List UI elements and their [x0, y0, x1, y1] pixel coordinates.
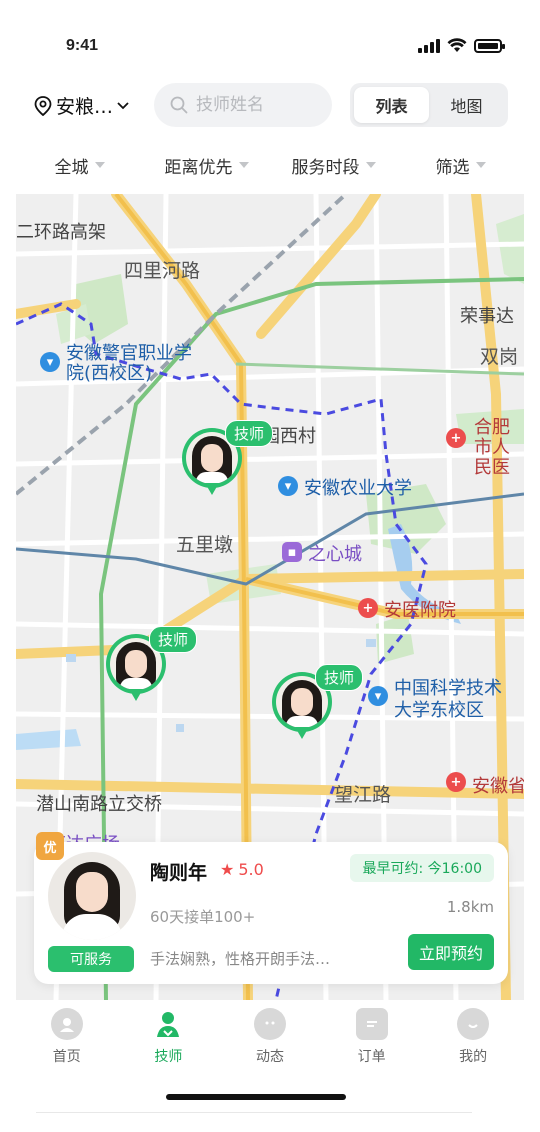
school-poi-icon[interactable]: ▾ [40, 352, 60, 372]
signal-icon [418, 38, 440, 53]
tab-therapist-label: 技师 [154, 1049, 183, 1065]
filter-sort-label: 距离优先 [164, 157, 233, 178]
divider [36, 1112, 472, 1113]
therapist-icon [152, 1008, 184, 1040]
hospital-poi-icon[interactable]: + [358, 598, 378, 618]
status-icons [418, 38, 505, 53]
map-label-mall: 之心城 [308, 544, 362, 565]
map-label-road: 四里河路 [124, 260, 201, 282]
map-label-hospital: 合肥市人民医 [474, 417, 510, 478]
status-badge: 可服务 [48, 946, 134, 972]
hospital-poi-icon[interactable]: + [446, 772, 466, 792]
filter-area[interactable]: 全城 [16, 146, 143, 184]
tab-profile-label: 我的 [459, 1049, 488, 1065]
therapist-pin-tag: 技师 [149, 626, 198, 653]
filter-area-label: 全城 [54, 157, 89, 178]
filter-time[interactable]: 服务时段 [270, 146, 397, 184]
home-indicator[interactable] [166, 1094, 346, 1100]
tab-home[interactable]: 首页 [16, 1000, 118, 1080]
map-label-university: 安徽农业大学 [304, 478, 412, 499]
list-view-button[interactable]: 列表 [354, 87, 429, 123]
bottom-tab-bar: 首页 技师 动态 订单 我的 [16, 1000, 524, 1080]
therapist-pin-tag: 技师 [225, 420, 274, 447]
map-label-hospital: 安徽省 [472, 776, 524, 797]
university-poi-icon[interactable]: ▾ [278, 476, 298, 496]
therapist-map-pin[interactable]: 技师 [106, 626, 198, 706]
map-label-road: 望江路 [334, 784, 392, 806]
caret-down-icon [475, 162, 486, 168]
location-selector[interactable]: 安粮… [34, 92, 129, 119]
therapist-card[interactable]: 优 可服务 陶则年 ★ 5.0 最早可约: 今16:00 60天接单100+ 1… [34, 832, 508, 984]
tab-moments[interactable]: 动态 [219, 1000, 321, 1080]
map-label-district: 五里墩 [176, 534, 234, 556]
caret-down-icon [238, 162, 249, 168]
filter-more[interactable]: 筛选 [397, 146, 524, 184]
filter-more-label: 筛选 [435, 157, 470, 178]
map-label-hospital: 安医附院 [384, 600, 456, 621]
location-pin-icon [34, 95, 52, 116]
tab-profile[interactable]: 我的 [422, 1000, 524, 1080]
status-bar: 9:41 [16, 0, 524, 80]
mall-poi-icon[interactable]: ▪ [282, 542, 302, 562]
map-label-university: 中国科学技术大学东校区 [394, 678, 502, 721]
map-label-school: 安徽警官职业学院(西校区) [66, 343, 192, 384]
therapist-description: 手法娴熟，性格开朗手法… [150, 950, 331, 968]
location-label: 安粮… [56, 96, 114, 118]
moments-icon [253, 1008, 286, 1040]
hospital-poi-icon[interactable]: + [446, 428, 466, 448]
premium-badge-icon: 优 [36, 832, 64, 860]
therapist-rating: ★ 5.0 [220, 860, 264, 879]
caret-down-icon [94, 162, 105, 168]
search-input[interactable] [196, 95, 316, 115]
distance: 1.8km [446, 898, 494, 916]
tab-home-label: 首页 [52, 1049, 81, 1065]
map-view-button[interactable]: 地图 [429, 87, 504, 123]
wifi-icon [447, 38, 467, 52]
tab-orders[interactable]: 订单 [321, 1000, 423, 1080]
map-label-road: 二环路高架 [16, 222, 106, 243]
top-bar: 安粮… 列表 地图 [16, 82, 524, 128]
battery-icon [474, 38, 505, 53]
therapist-pin-tag: 技师 [315, 664, 364, 691]
therapist-name: 陶则年 [150, 862, 208, 884]
search-icon [170, 96, 188, 114]
filter-sort[interactable]: 距离优先 [143, 146, 270, 184]
filter-bar: 全城 距离优先 服务时段 筛选 [16, 146, 524, 184]
chevron-down-icon [117, 101, 129, 109]
tab-moments-label: 动态 [255, 1049, 284, 1065]
view-toggle: 列表 地图 [350, 83, 508, 127]
profile-icon [457, 1008, 490, 1040]
home-icon [50, 1008, 83, 1040]
therapist-avatar [48, 852, 136, 940]
map-label-place: 双岗 [480, 346, 519, 368]
order-count: 60天接单100+ [150, 908, 256, 926]
book-now-button[interactable]: 立即预约 [408, 934, 494, 970]
status-time: 9:41 [66, 37, 99, 54]
map-label-bridge: 潜山南路立交桥 [36, 794, 162, 815]
therapist-map-pin[interactable]: 技师 [182, 420, 274, 500]
map-label-place: 荣事达 [460, 306, 514, 327]
tab-therapist[interactable]: 技师 [118, 1000, 220, 1080]
therapist-map-pin[interactable]: 技师 [272, 664, 364, 744]
rating-value: 5.0 [238, 860, 264, 879]
orders-icon [355, 1008, 388, 1040]
star-icon: ★ [220, 860, 235, 879]
filter-time-label: 服务时段 [291, 157, 360, 178]
earliest-available-badge: 最早可约: 今16:00 [350, 854, 494, 882]
caret-down-icon [365, 162, 376, 168]
search-box[interactable] [154, 83, 332, 127]
app-screen: 9:41 安粮… 技师姓名 列表 地图 全城 距离优先 服务时段 筛选 二环路高… [16, 0, 524, 1132]
university-poi-icon[interactable]: ▾ [368, 686, 388, 706]
tab-orders-label: 订单 [357, 1049, 386, 1065]
